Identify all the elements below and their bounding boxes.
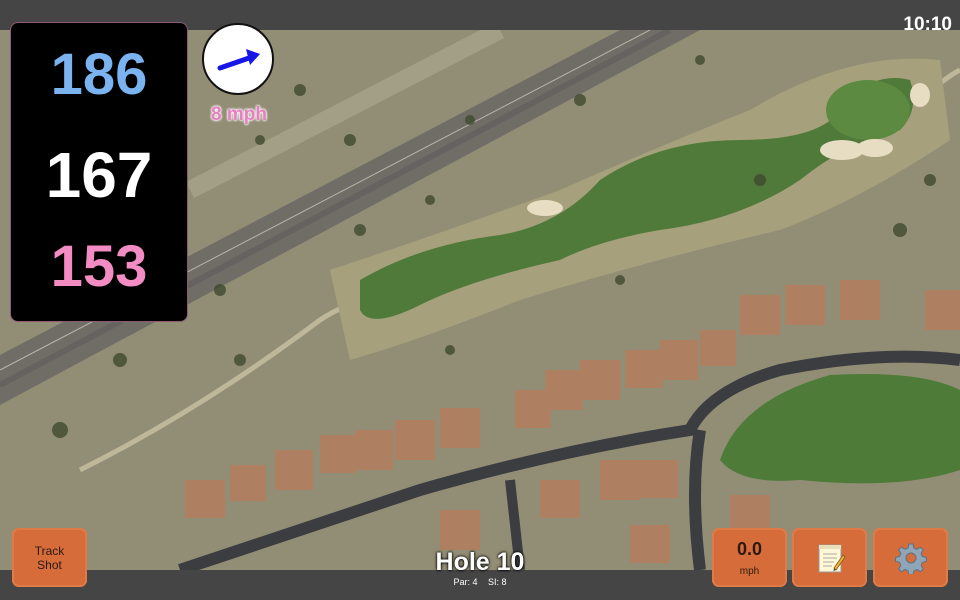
speed-unit: mph [739,566,760,577]
back-distance: 186 [50,42,148,107]
status-time: 10:10 [903,14,952,35]
green [826,80,910,140]
stroke-index-label: SI: 8 [488,577,507,587]
hole-title: Hole 10 [435,548,525,576]
notes-button[interactable] [792,528,867,587]
gear-icon [895,543,927,574]
wind-indicator [202,23,274,95]
center-distance: 167 [45,139,153,211]
par-label: Par: 4 [453,577,478,587]
track-shot-label-line2: Shot [37,558,62,572]
track-shot-button[interactable]: Track Shot [12,528,87,587]
track-shot-label-line1: Track [34,544,65,558]
speed-button[interactable]: 0.0 mph [712,528,787,587]
front-distance: 153 [50,234,148,299]
settings-button[interactable] [873,528,948,587]
speed-value: 0.0 [736,539,763,559]
distance-panel: 186 167 153 [10,22,188,322]
hole-meta: Par: 4 SI: 8 [380,577,580,587]
wind-speed-label: 8 mph [211,104,267,125]
wind-arrow-icon [217,49,260,71]
notepad-icon [818,544,846,573]
